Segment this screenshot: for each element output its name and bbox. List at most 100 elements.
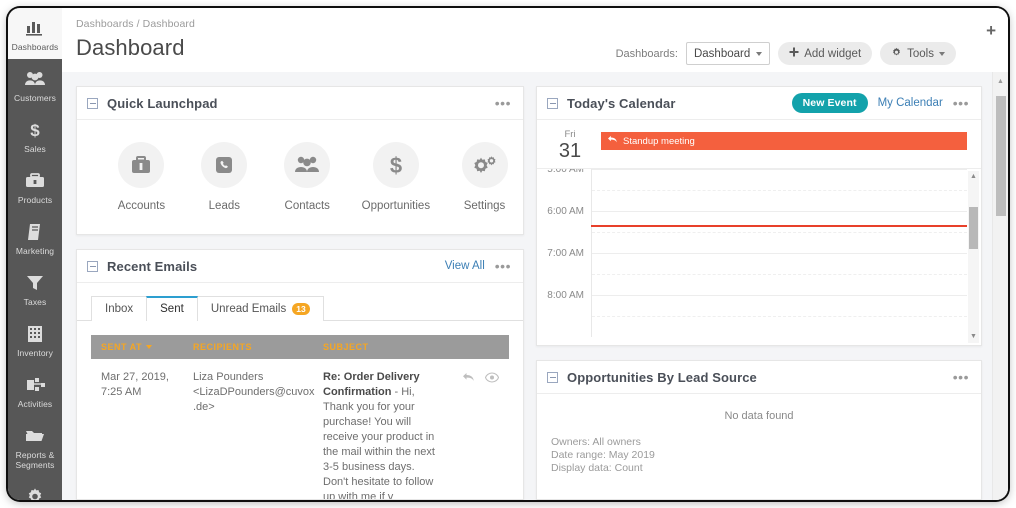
calendar-slot-area[interactable] xyxy=(591,295,967,337)
opportunities-header: Opportunities By Lead Source ••• xyxy=(537,361,981,394)
no-data-message: No data found xyxy=(724,410,794,422)
reply-icon[interactable] xyxy=(462,372,475,388)
sidebar-item-dashboards[interactable]: Dashboards xyxy=(8,8,62,59)
tab-inbox[interactable]: Inbox xyxy=(91,296,148,321)
sidebar-item-marketing[interactable]: Marketing xyxy=(8,212,62,263)
header-actions: Dashboards: Dashboard Add widget Tools xyxy=(616,42,956,65)
my-calendar-link[interactable]: My Calendar xyxy=(878,97,943,109)
tab-label: Sent xyxy=(160,303,184,315)
add-icon[interactable]: + xyxy=(986,22,996,39)
tab-label: Inbox xyxy=(105,303,134,315)
sidebar-item-customers[interactable]: Customers xyxy=(8,59,62,110)
calendar-scrollbar-thumb[interactable] xyxy=(969,207,978,249)
sidebar-item-label: Marketing xyxy=(15,246,55,256)
main-sidebar: Dashboards Customers $ Sales Products Ma… xyxy=(8,8,62,500)
sidebar-item-label: Dashboards xyxy=(11,42,59,52)
sidebar-item-label: Activities xyxy=(17,399,53,409)
tools-label: Tools xyxy=(907,47,934,60)
add-widget-button[interactable]: Add widget xyxy=(778,42,873,65)
calendar-day-number: 31 xyxy=(558,140,582,162)
bar-chart-icon xyxy=(25,17,45,39)
book-icon xyxy=(25,221,45,243)
widget-menu-icon[interactable]: ••• xyxy=(495,96,511,110)
email-tabs: Inbox Sent Unread Emails 13 xyxy=(77,283,523,321)
calendar-scrollbar[interactable]: ▲ ▼ xyxy=(968,171,979,343)
new-event-button[interactable]: New Event xyxy=(791,93,868,113)
briefcase-icon xyxy=(118,142,165,188)
widget-menu-icon[interactable]: ••• xyxy=(953,96,969,110)
subject-preview: - Hi, Thank you for your purchase! You w… xyxy=(323,386,435,499)
sidebar-item-activities[interactable]: Activities xyxy=(8,365,62,416)
view-all-link[interactable]: View All xyxy=(445,260,485,272)
funnel-icon xyxy=(25,272,45,294)
sidebar-item-sales[interactable]: $ Sales xyxy=(8,110,62,161)
launchpad-item-settings[interactable]: Settings xyxy=(456,142,513,212)
recent-emails-header: Recent Emails View All ••• xyxy=(77,250,523,283)
collapse-icon[interactable] xyxy=(87,97,98,109)
cell-subject: Re: Order Delivery Confirmation - Hi, Th… xyxy=(323,370,447,499)
launchpad-item-contacts[interactable]: Contacts xyxy=(279,142,336,212)
recurring-icon xyxy=(607,135,618,147)
unread-count-badge: 13 xyxy=(292,303,310,315)
chevron-down-icon xyxy=(939,51,945,56)
dashboard-select[interactable]: Dashboard xyxy=(685,42,771,65)
quick-launchpad-widget: Quick Launchpad ••• Accounts Leads Conta… xyxy=(76,86,524,235)
launchpad-item-leads[interactable]: Leads xyxy=(196,142,253,212)
calendar-time-slot[interactable]: 7:00 AM xyxy=(537,248,967,295)
breadcrumb: Dashboards / Dashboard xyxy=(76,18,195,30)
sidebar-item-taxes[interactable]: Taxes xyxy=(8,263,62,314)
sidebar-item-label: Taxes xyxy=(23,297,47,307)
page-scrollbar-thumb[interactable] xyxy=(996,96,1006,216)
launchpad-item-label: Opportunities xyxy=(361,200,431,212)
widget-title: Today's Calendar xyxy=(567,95,676,111)
calendar-grid: 5:00 AM 6:00 AM 7:00 AM 8:00 AM ▲ ▼ xyxy=(537,169,981,345)
column-header-subject[interactable]: SUBJECT xyxy=(323,342,499,352)
gears-icon xyxy=(461,142,508,188)
calendar-slot-area[interactable] xyxy=(591,253,967,295)
collapse-icon[interactable] xyxy=(87,260,98,272)
scroll-down-icon[interactable]: ▼ xyxy=(968,333,979,341)
scroll-up-icon[interactable]: ▲ xyxy=(993,78,1008,86)
email-table: SENT AT RECIPIENTS SUBJECT Mar 27, 2019,… xyxy=(91,335,509,499)
dashboard-content: Quick Launchpad ••• Accounts Leads Conta… xyxy=(62,72,992,500)
launchpad-item-label: Leads xyxy=(208,200,240,212)
table-header-row: SENT AT RECIPIENTS SUBJECT xyxy=(91,335,509,359)
sidebar-item-system[interactable]: System xyxy=(8,477,62,500)
calendar-events: Standup meeting xyxy=(601,129,967,162)
calendar-slot-area[interactable] xyxy=(591,169,967,211)
widget-menu-icon[interactable]: ••• xyxy=(953,370,969,384)
launchpad-item-accounts[interactable]: Accounts xyxy=(113,142,170,212)
sidebar-item-products[interactable]: Products xyxy=(8,161,62,212)
column-header-recipients[interactable]: RECIPIENTS xyxy=(193,342,323,352)
view-icon[interactable] xyxy=(484,372,500,388)
calendar-allday-row: Fri 31 Standup meeting xyxy=(537,120,981,169)
scroll-up-icon[interactable]: ▲ xyxy=(968,173,979,181)
dashboards-label: Dashboards: xyxy=(615,47,678,60)
calendar-time-slot[interactable]: 8:00 AM xyxy=(537,290,967,337)
column-header-sent-at[interactable]: SENT AT xyxy=(101,342,193,352)
opportunities-meta-date-range: Date range: May 2019 xyxy=(551,449,655,461)
calendar-time-slot[interactable]: 5:00 AM xyxy=(537,169,967,211)
sidebar-item-reports-segments[interactable]: Reports & Segments xyxy=(8,416,62,477)
launchpad-item-label: Contacts xyxy=(284,200,330,212)
page-scrollbar[interactable]: ▲ xyxy=(992,72,1008,500)
widget-menu-icon[interactable]: ••• xyxy=(495,259,511,273)
launchpad-item-opportunities[interactable]: $ Opportunities xyxy=(362,142,430,212)
sidebar-item-label: Customers xyxy=(14,93,56,103)
phone-icon xyxy=(201,142,248,188)
recent-emails-widget: Recent Emails View All ••• Inbox Sent Un… xyxy=(76,249,524,500)
sidebar-item-label: Inventory xyxy=(17,348,53,358)
tab-sent[interactable]: Sent xyxy=(146,296,198,321)
tools-button[interactable]: Tools xyxy=(880,42,956,65)
tab-unread-emails[interactable]: Unread Emails 13 xyxy=(196,296,324,321)
briefcase-icon xyxy=(24,170,46,192)
calendar-slot-area[interactable] xyxy=(591,211,967,253)
calendar-event[interactable]: Standup meeting xyxy=(601,132,967,150)
table-row[interactable]: Mar 27, 2019, 7:25 AM Liza Pounders <Liz… xyxy=(91,359,509,499)
add-widget-label: Add widget xyxy=(804,47,862,60)
calendar-time-slot[interactable]: 6:00 AM xyxy=(537,206,967,253)
collapse-icon[interactable] xyxy=(547,371,558,383)
sidebar-item-inventory[interactable]: Inventory xyxy=(8,314,62,365)
collapse-icon[interactable] xyxy=(547,97,558,109)
sidebar-item-label: Products xyxy=(17,195,53,205)
